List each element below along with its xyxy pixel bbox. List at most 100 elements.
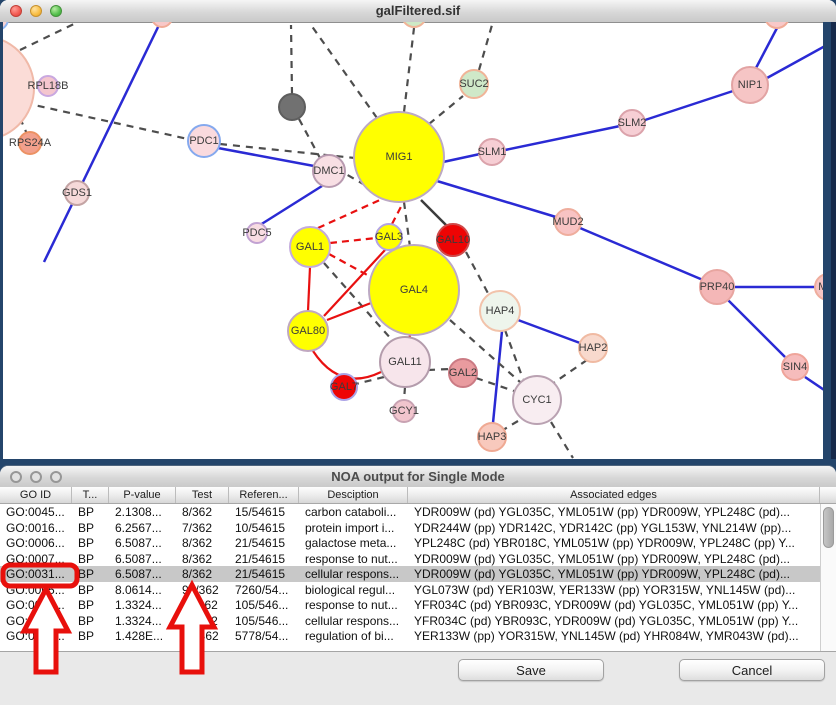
cell: YDR009W (pd) YGL035C, YML051W (pp) YDR00…	[408, 567, 820, 581]
node-label-PRP40: PRP40	[700, 281, 735, 293]
node-GAL4[interactable]: GAL4	[369, 245, 459, 335]
cell: 6.2567...	[109, 521, 176, 535]
table-row-2[interactable]: GO:0006...BP6.5087...8/36221/54615galact…	[0, 535, 820, 551]
table-row-1[interactable]: GO:0016...BP6.2567...7/36210/54615protei…	[0, 520, 820, 536]
cell: 11/362	[176, 598, 229, 612]
node-top-cut-2[interactable]	[765, 22, 789, 28]
header-scroll-corner	[820, 487, 836, 503]
network-edge	[518, 320, 580, 343]
cell: BP	[72, 583, 109, 597]
table-body: GO:0045...BP2.1308...8/36215/54615carbon…	[0, 504, 836, 651]
node-PDC1[interactable]: PDC1	[188, 125, 220, 157]
node-PDC5[interactable]: PDC5	[242, 223, 271, 243]
cell: BP	[72, 521, 109, 535]
node-GAL7[interactable]: GAL7	[330, 374, 358, 400]
node-circle-gray-node[interactable]	[279, 94, 305, 120]
node-circle-top-cut-1[interactable]	[152, 22, 172, 27]
table-row-3[interactable]: GO:0007...BP6.5087...8/36221/54615respon…	[0, 551, 820, 567]
table-row-4[interactable]: GO:0031...BP6.5087...8/36221/54615cellul…	[0, 566, 820, 582]
node-HAP3[interactable]: HAP3	[478, 423, 507, 451]
network-edge	[392, 201, 404, 224]
node-label-GAL1: GAL1	[296, 241, 324, 253]
node-GAL3[interactable]: GAL3	[375, 224, 403, 250]
cell: protein import i...	[299, 521, 408, 535]
node-DMC1[interactable]: DMC1	[313, 155, 345, 187]
node-label-HAP3: HAP3	[478, 431, 507, 443]
vertical-scrollbar[interactable]	[820, 504, 836, 651]
node-GAL80[interactable]: GAL80	[288, 311, 328, 351]
column-header-test[interactable]: Test	[176, 487, 229, 503]
table-row-0[interactable]: GO:0045...BP2.1308...8/36215/54615carbon…	[0, 504, 820, 520]
cell: biological regul...	[299, 583, 408, 597]
table-row-5[interactable]: GO:0065...BP8.0614...94/3627260/54...bio…	[0, 582, 820, 598]
cell: 8/362	[176, 552, 229, 566]
node-CYC1[interactable]: CYC1	[513, 376, 561, 424]
cell: 11/362	[176, 614, 229, 628]
node-gray-node[interactable]	[279, 94, 305, 120]
node-NIP1[interactable]: NIP1	[732, 67, 768, 103]
column-header-t-[interactable]: T...	[72, 487, 109, 503]
network-edge	[404, 387, 405, 400]
cell: BP	[72, 614, 109, 628]
node-GCY1[interactable]: GCY1	[389, 400, 419, 422]
node-circle-top-cut-green[interactable]	[402, 22, 426, 27]
node-top-cut-1[interactable]	[152, 22, 172, 27]
node-label-HAP4: HAP4	[486, 305, 515, 317]
noa-window-title: NOA output for Single Mode	[0, 469, 836, 484]
cell: 5778/54...	[229, 629, 299, 643]
node-HAP4[interactable]: HAP4	[480, 291, 520, 331]
node-PRP40[interactable]: PRP40	[700, 270, 735, 304]
cell: 94/362	[176, 583, 229, 597]
node-HAP2[interactable]: HAP2	[579, 334, 608, 362]
node-label-SUC2: SUC2	[459, 78, 488, 90]
node-label-MUD2: MUD2	[552, 216, 583, 228]
node-label-MIG1: MIG1	[386, 151, 413, 163]
column-header-desciption[interactable]: Desciption	[299, 487, 408, 503]
network-edge	[421, 200, 447, 226]
node-label-GAL10: GAL10	[436, 234, 470, 246]
table-row-7[interactable]: GO:0031...BP1.3324...11/362105/546...cel…	[0, 613, 820, 629]
cancel-button[interactable]: Cancel	[679, 659, 825, 681]
node-MIG1[interactable]: MIG1	[354, 112, 444, 202]
node-top-cut-green[interactable]	[402, 22, 426, 27]
cell: YDR009W (pd) YGL035C, YML051W (pp) YDR00…	[408, 505, 820, 519]
node-SLM1[interactable]: SLM1	[478, 139, 507, 165]
node-circle-top-cut-2[interactable]	[765, 22, 789, 28]
noa-output-window: NOA output for Single Mode GO IDT...P-va…	[0, 466, 836, 704]
node-GAL1[interactable]: GAL1	[290, 227, 330, 267]
node-label-HAP2: HAP2	[579, 342, 608, 354]
node-label-SLM2: SLM2	[618, 117, 647, 129]
node-RPS24A[interactable]: RPS24A	[9, 132, 52, 154]
cell: 15/54615	[229, 505, 299, 519]
node-SIN4[interactable]: SIN4	[782, 354, 808, 380]
network-canvas[interactable]: RPL18BRPS24AGDS1PDC1DMC1MIG1SUC2SLM1SLM2…	[0, 22, 836, 459]
save-button[interactable]: Save	[458, 659, 604, 681]
node-label-GAL11: GAL11	[388, 356, 421, 368]
scrollbar-thumb[interactable]	[823, 507, 834, 548]
cell: response to nut...	[299, 552, 408, 566]
cell: 21/54615	[229, 536, 299, 550]
column-header-go-id[interactable]: GO ID	[0, 487, 72, 503]
network-window-titlebar: galFiltered.sif	[0, 0, 836, 23]
node-MUD2[interactable]: MUD2	[552, 209, 583, 235]
node-SUC2[interactable]: SUC2	[459, 70, 488, 98]
column-header-p-value[interactable]: P-value	[109, 487, 176, 503]
node-label-GAL2: GAL2	[449, 367, 477, 379]
network-edge	[466, 252, 490, 297]
node-GAL2[interactable]: GAL2	[449, 359, 477, 387]
node-label-GAL80: GAL80	[291, 325, 325, 337]
node-GAL10[interactable]: GAL10	[436, 224, 470, 256]
column-header-referen-[interactable]: Referen...	[229, 487, 299, 503]
column-header-associated-edges[interactable]: Associated edges	[408, 487, 820, 503]
node-GAL11[interactable]: GAL11	[380, 337, 430, 387]
cell: YDR009W (pd) YGL035C, YML051W (pp) YDR00…	[408, 552, 820, 566]
node-GDS1[interactable]: GDS1	[62, 181, 92, 205]
network-edge	[404, 28, 414, 112]
cell: GO:0065...	[0, 583, 72, 597]
cell: 1.428E...	[109, 629, 176, 643]
table-row-6[interactable]: GO:0031...BP1.3324...11/362105/546...res…	[0, 597, 820, 613]
node-SLM2[interactable]: SLM2	[618, 110, 647, 136]
cell: GO:0007...	[0, 552, 72, 566]
cell: galactose meta...	[299, 536, 408, 550]
table-row-8[interactable]: GO:0050...BP1.428E...80/3625778/54...reg…	[0, 628, 820, 644]
